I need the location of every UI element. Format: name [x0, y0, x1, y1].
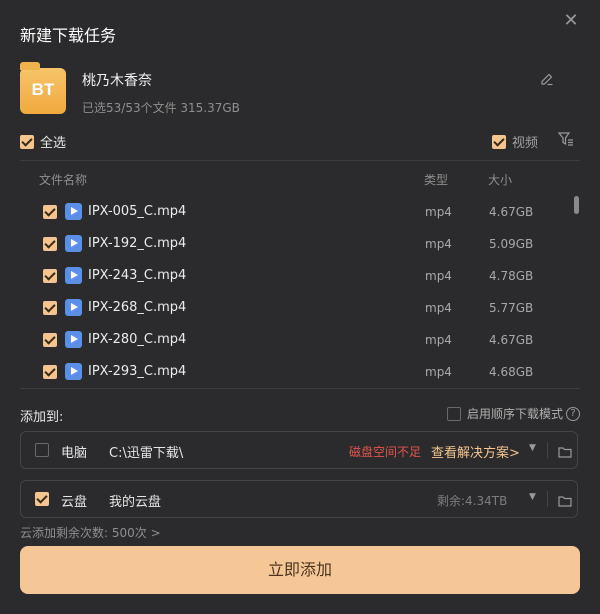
add-to-label: 添加到: — [20, 410, 64, 425]
local-label: 电脑 — [61, 446, 88, 461]
divider — [547, 491, 548, 507]
file-size: 4.78GB — [489, 269, 534, 283]
file-checkbox[interactable] — [43, 205, 57, 219]
file-name: IPX-280_C.mp4 — [88, 332, 187, 347]
task-info: 已选53/53个文件 315.37GB — [82, 101, 240, 115]
file-name: IPX-192_C.mp4 — [88, 236, 187, 251]
cloud-destination-row: 云盘 我的云盘 剩余:4.34TB ▼ — [20, 480, 578, 518]
local-path[interactable]: C:\迅雷下载\ — [109, 442, 183, 461]
cloud-remaining-space: 剩余:4.34TB — [437, 494, 508, 508]
file-row[interactable]: IPX-280_C.mp4 mp4 4.67GB — [20, 324, 568, 356]
cloud-checkbox[interactable] — [35, 492, 49, 506]
video-file-icon — [65, 363, 82, 380]
divider — [20, 388, 580, 389]
file-checkbox[interactable] — [43, 237, 57, 251]
filter-icon[interactable] — [557, 131, 574, 147]
video-file-icon — [65, 203, 82, 220]
column-header-name: 文件名称 — [39, 173, 88, 187]
file-type: mp4 — [425, 333, 452, 347]
file-checkbox[interactable] — [43, 365, 57, 379]
column-header-size: 大小 — [488, 173, 513, 187]
file-size: 4.67GB — [489, 333, 534, 347]
file-size: 5.77GB — [489, 301, 534, 315]
select-all-checkbox[interactable]: 全选 — [20, 132, 66, 151]
local-checkbox[interactable] — [35, 443, 49, 457]
file-type: mp4 — [425, 365, 452, 379]
file-row[interactable]: IPX-192_C.mp4 mp4 5.09GB — [20, 228, 568, 260]
cloud-label: 云盘 — [61, 495, 88, 510]
divider — [547, 442, 548, 458]
file-checkbox[interactable] — [43, 269, 57, 283]
chevron-down-icon[interactable]: ▼ — [529, 492, 536, 502]
video-file-icon — [65, 235, 82, 252]
video-filter-label: 视频 — [512, 136, 539, 151]
file-size: 5.09GB — [489, 237, 534, 251]
checkbox-checked-icon — [492, 134, 506, 149]
close-icon[interactable]: ✕ — [562, 12, 580, 30]
file-size: 4.67GB — [489, 205, 534, 219]
file-list: IPX-005_C.mp4 mp4 4.67GB IPX-192_C.mp4 mp4 5… — [20, 196, 568, 386]
scrollbar-thumb[interactable] — [574, 196, 579, 214]
file-size: 4.68GB — [489, 365, 534, 379]
checkbox-unchecked-icon — [447, 406, 461, 421]
disk-space-warning: 磁盘空间不足 — [349, 445, 422, 459]
sequential-download-label: 启用顺序下载模式 — [467, 407, 564, 421]
cloud-quota-link[interactable]: 云添加剩余次数: 500次 > — [20, 524, 161, 541]
video-file-icon — [65, 331, 82, 348]
select-all-label: 全选 — [40, 136, 67, 151]
view-solution-link[interactable]: 查看解决方案> — [431, 442, 520, 461]
file-name: IPX-243_C.mp4 — [88, 268, 187, 283]
file-row[interactable]: IPX-293_C.mp4 mp4 4.68GB — [20, 356, 568, 386]
divider — [20, 160, 580, 161]
file-type: mp4 — [425, 269, 452, 283]
folder-icon[interactable] — [558, 443, 572, 458]
checkbox-checked-icon — [20, 134, 34, 149]
video-file-icon — [65, 267, 82, 284]
file-name: IPX-005_C.mp4 — [88, 204, 187, 219]
file-checkbox[interactable] — [43, 301, 57, 315]
cloud-path[interactable]: 我的云盘 — [109, 491, 161, 510]
edit-icon[interactable] — [540, 72, 556, 88]
help-icon[interactable]: ? — [566, 406, 581, 421]
folder-icon[interactable] — [558, 492, 572, 507]
file-name: IPX-293_C.mp4 — [88, 364, 187, 379]
task-name: 桃乃木香奈 — [82, 73, 152, 89]
file-type: mp4 — [425, 301, 452, 315]
file-name: IPX-268_C.mp4 — [88, 300, 187, 315]
column-header-type: 类型 — [424, 173, 449, 187]
video-filter-checkbox[interactable]: 视频 — [492, 132, 538, 151]
bt-badge: BT — [31, 80, 55, 99]
bt-folder-icon: BT — [20, 62, 66, 114]
file-row[interactable]: IPX-268_C.mp4 mp4 5.77GB — [20, 292, 568, 324]
file-checkbox[interactable] — [43, 333, 57, 347]
dialog-title: 新建下载任务 — [20, 26, 117, 45]
file-type: mp4 — [425, 237, 452, 251]
local-destination-row: 电脑 C:\迅雷下载\ 磁盘空间不足 查看解决方案> ▼ — [20, 431, 578, 469]
file-type: mp4 — [425, 205, 452, 219]
add-now-button[interactable]: 立即添加 — [20, 546, 580, 594]
file-row[interactable]: IPX-005_C.mp4 mp4 4.67GB — [20, 196, 568, 228]
file-row[interactable]: IPX-243_C.mp4 mp4 4.78GB — [20, 260, 568, 292]
sequential-download-toggle[interactable]: 启用顺序下载模式? — [447, 405, 581, 422]
video-file-icon — [65, 299, 82, 316]
chevron-down-icon[interactable]: ▼ — [529, 443, 536, 453]
